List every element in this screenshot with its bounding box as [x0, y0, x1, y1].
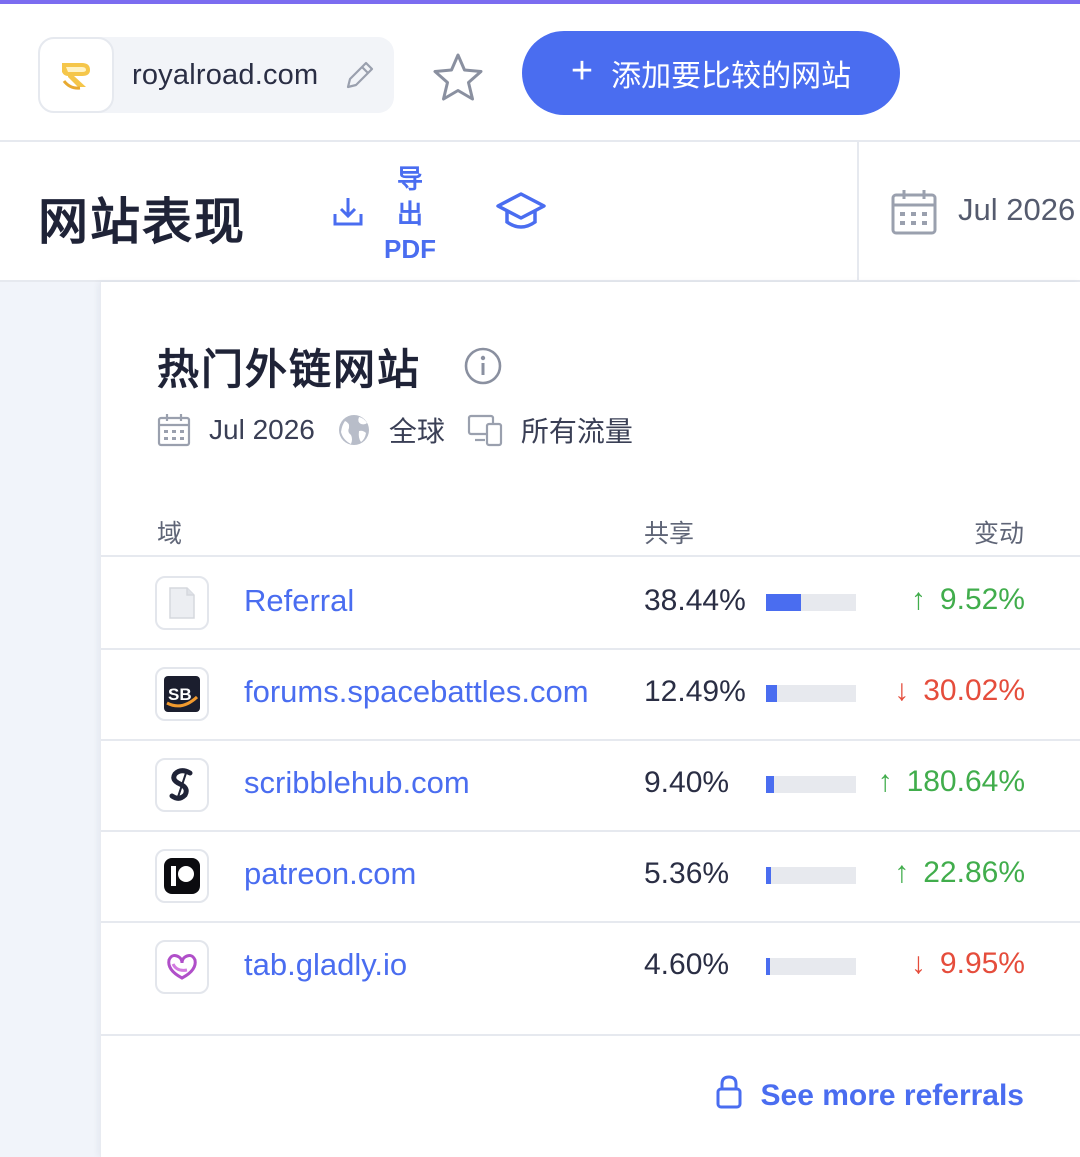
share-bar-fill: [766, 867, 771, 884]
card-footer-divider: [101, 1034, 1080, 1036]
table-row[interactable]: patreon.com 5.36% ↑ 22.86%: [101, 830, 1080, 921]
date-selector[interactable]: Jul 2026: [958, 192, 1075, 228]
table-row[interactable]: tab.gladly.io 4.60% ↓ 9.95%: [101, 921, 1080, 1012]
row-change-value: 22.86%: [923, 856, 1025, 889]
row-change-value: 9.95%: [939, 947, 1025, 980]
row-domain[interactable]: scribblehub.com: [244, 765, 470, 801]
patreon-logo-icon: [155, 849, 209, 903]
row-change: ↑ 9.52%: [911, 583, 1025, 617]
table-row[interactable]: Referral 38.44% ↑ 9.52%: [101, 557, 1080, 648]
row-domain[interactable]: forums.spacebattles.com: [244, 674, 589, 710]
row-change-value: 180.64%: [906, 765, 1025, 798]
column-change: 变动: [973, 520, 1024, 548]
row-change: ↓ 9.95%: [911, 947, 1025, 981]
row-domain[interactable]: tab.gladly.io: [244, 947, 407, 983]
arrow-down-icon: ↓: [910, 947, 926, 980]
arrow-up-icon: ↑: [910, 583, 926, 616]
row-share: 38.44%: [644, 584, 746, 617]
edit-icon[interactable]: [342, 57, 378, 98]
share-bar: [766, 776, 856, 793]
title-divider: [857, 142, 859, 280]
row-change-value: 9.52%: [939, 583, 1025, 616]
row-change: ↓ 30.02%: [894, 674, 1025, 708]
royalroad-favicon: [38, 37, 114, 113]
plus-icon: +: [570, 50, 594, 92]
row-change: ↑ 180.64%: [878, 765, 1025, 799]
row-change-value: 30.02%: [923, 674, 1025, 707]
share-bar: [766, 867, 856, 884]
share-bar-fill: [766, 685, 778, 702]
row-share: 12.49%: [644, 675, 746, 708]
spacebattles-logo-icon: SB: [155, 667, 209, 721]
star-icon[interactable]: [430, 52, 486, 107]
row-domain[interactable]: patreon.com: [244, 856, 416, 892]
row-share: 5.36%: [644, 857, 730, 890]
see-more-referrals-link[interactable]: See more referrals: [715, 1074, 1025, 1118]
row-change: ↑ 22.86%: [894, 856, 1025, 890]
calendar-icon: [157, 413, 191, 447]
lock-icon: [715, 1074, 743, 1118]
share-bar: [766, 685, 856, 702]
export-line-1: 导: [396, 164, 423, 194]
row-share: 9.40%: [644, 766, 730, 799]
row-domain[interactable]: Referral: [244, 583, 354, 619]
column-share: 共享: [644, 520, 695, 548]
arrow-up-icon: ↑: [877, 765, 893, 798]
arrow-down-icon: ↓: [894, 674, 910, 707]
graduation-cap-icon[interactable]: [494, 190, 548, 239]
calendar-icon[interactable]: [890, 188, 938, 241]
meta-date: Jul 2026: [209, 414, 315, 445]
export-line-2: 出: [396, 199, 423, 229]
meta-traffic: 所有流量: [520, 416, 633, 447]
site-name: royalroad.com: [132, 59, 319, 91]
card-meta: Jul 2026 全球 所有流量: [157, 410, 655, 450]
card-title: 热门外链网站: [157, 346, 422, 393]
share-bar-fill: [766, 594, 801, 611]
site-header: royalroad.com + 添加要比较的网站: [0, 4, 1080, 142]
generic-page-icon: [155, 576, 209, 630]
arrow-up-icon: ↑: [894, 856, 910, 889]
table-row[interactable]: SB forums.spacebattles.com 12.49% ↓ 30.0…: [101, 648, 1080, 739]
share-bar-fill: [766, 776, 775, 793]
site-chip[interactable]: royalroad.com: [38, 37, 394, 113]
meta-region: 全球: [388, 416, 445, 447]
column-domain: 域: [157, 520, 183, 548]
see-more-label: See more referrals: [760, 1079, 1025, 1112]
share-bar: [766, 594, 856, 611]
top-referrals-card: 热门外链网站 Jul 2026 全球 所有流量 域 共享 变动 Referral…: [100, 282, 1080, 1157]
export-pdf-button[interactable]: 导 出 PDF: [376, 162, 444, 267]
row-share: 4.60%: [644, 948, 730, 981]
add-compare-site-button[interactable]: + 添加要比较的网站: [522, 31, 900, 115]
info-icon[interactable]: [463, 346, 503, 391]
page-title: 网站表现: [38, 194, 246, 250]
devices-icon: [467, 413, 503, 447]
share-bar: [766, 958, 856, 975]
globe-icon: [337, 413, 371, 447]
title-bar: 网站表现 导 出 PDF Jul 2026: [0, 142, 1080, 282]
export-line-3: PDF: [384, 234, 436, 264]
svg-text:SB: SB: [168, 685, 192, 704]
add-compare-label: 添加要比较的网站: [611, 60, 852, 93]
download-icon[interactable]: [330, 194, 366, 235]
table-row[interactable]: scribblehub.com 9.40% ↑ 180.64%: [101, 739, 1080, 830]
gladly-logo-icon: [155, 940, 209, 994]
share-bar-fill: [766, 958, 771, 975]
scribblehub-logo-icon: [155, 758, 209, 812]
